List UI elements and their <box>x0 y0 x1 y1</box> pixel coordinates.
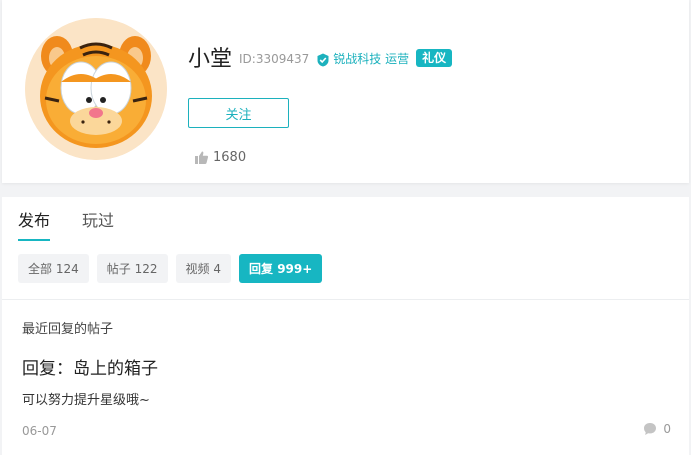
post-body: 可以努力提升星级哦~ <box>22 393 150 408</box>
comment-count[interactable]: 0 <box>643 422 671 436</box>
avatar[interactable] <box>25 18 167 160</box>
content-card: 发布 玩过 全部 124 帖子 122 视频 4 回复 999+ 最近回复的帖子… <box>2 197 689 455</box>
filter-posts-count: 122 <box>134 261 158 276</box>
comment-count-value: 0 <box>663 422 671 436</box>
section-label: 最近回复的帖子 <box>22 322 114 337</box>
filter-all[interactable]: 全部 124 <box>18 254 89 283</box>
filter-replies[interactable]: 回复 999+ <box>238 254 323 283</box>
likes-count: 1680 <box>194 150 246 165</box>
tabs: 发布 玩过 <box>18 207 146 241</box>
tab-published[interactable]: 发布 <box>18 207 51 241</box>
filter-videos-label: 视频 <box>185 262 210 276</box>
divider <box>2 299 689 300</box>
name-row: 小堂 ID:3309437 锐战科技 运营 礼仪 <box>188 41 453 73</box>
filter-videos[interactable]: 视频 4 <box>175 254 231 283</box>
verified-badge-icon <box>316 52 330 66</box>
post-date: 06-07 <box>22 424 57 438</box>
likes-value: 1680 <box>213 150 247 165</box>
comment-icon <box>643 422 657 436</box>
thumbs-up-icon <box>194 150 209 165</box>
filter-replies-label: 回复 <box>248 262 273 276</box>
user-name: 小堂 <box>188 47 233 72</box>
verified-org: 锐战科技 运营 <box>316 50 409 67</box>
filter-all-count: 124 <box>55 261 79 276</box>
filter-chips: 全部 124 帖子 122 视频 4 回复 999+ <box>18 254 330 283</box>
filter-posts[interactable]: 帖子 122 <box>96 254 168 283</box>
org-label: 锐战科技 运营 <box>333 52 410 66</box>
role-badge: 礼仪 <box>416 49 453 67</box>
post-title[interactable]: 回复：岛上的箱子 <box>22 354 158 379</box>
user-id: ID:3309437 <box>239 51 310 66</box>
filter-replies-count: 999+ <box>277 261 313 276</box>
filter-posts-label: 帖子 <box>106 262 131 276</box>
profile-card: 小堂 ID:3309437 锐战科技 运营 礼仪 关注 1680 <box>2 0 689 183</box>
follow-button[interactable]: 关注 <box>188 98 289 128</box>
filter-videos-count: 4 <box>213 261 221 276</box>
tab-played[interactable]: 玩过 <box>82 207 114 241</box>
filter-all-label: 全部 <box>28 262 53 276</box>
